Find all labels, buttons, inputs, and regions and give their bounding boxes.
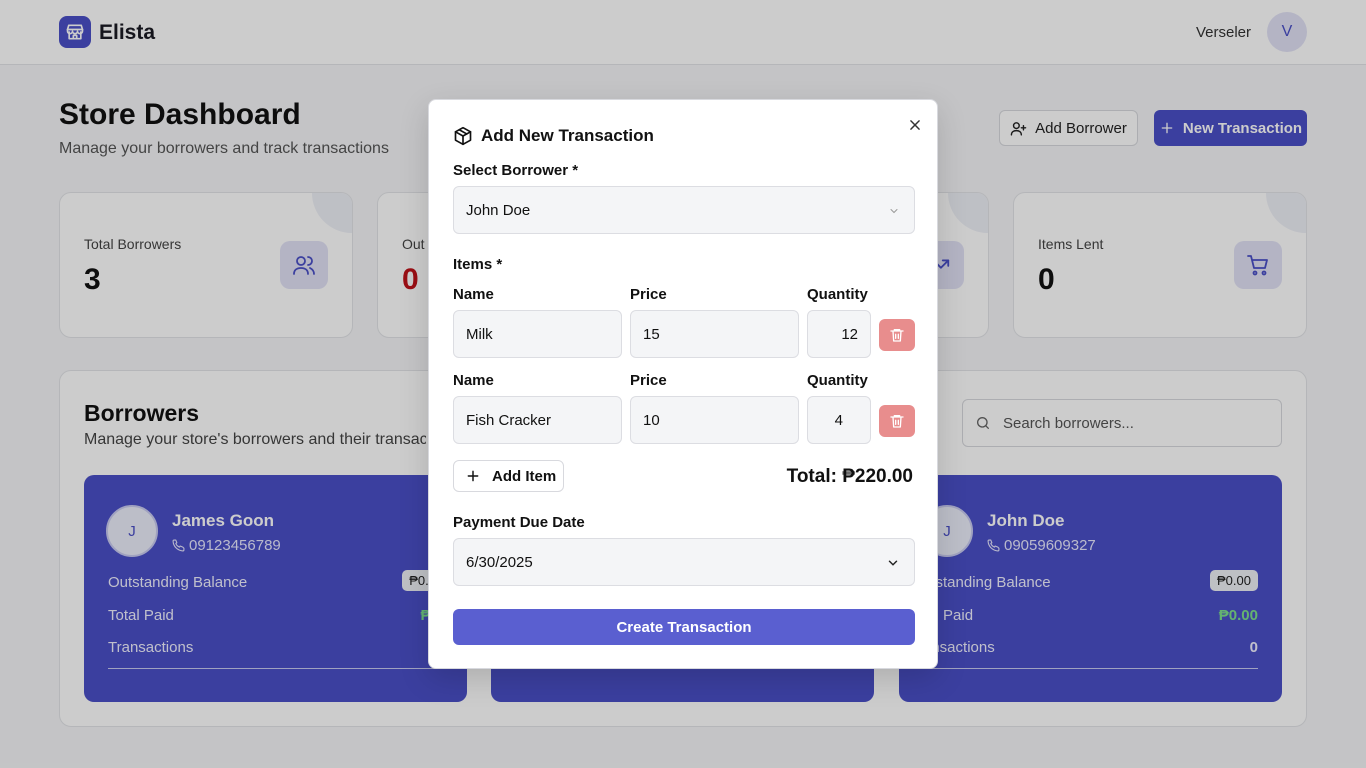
trash-icon: [890, 415, 904, 428]
add-item-button[interactable]: Add Item: [453, 460, 564, 492]
close-button[interactable]: [905, 115, 925, 135]
item-price-input[interactable]: 15: [630, 310, 799, 358]
delete-item-button[interactable]: [879, 319, 915, 351]
col-price-label: Price: [630, 372, 667, 389]
trash-icon: [890, 329, 904, 342]
add-transaction-modal: Add New Transaction Select Borrower * Jo…: [428, 99, 938, 669]
col-quantity-label: Quantity: [807, 372, 868, 389]
item-price-input[interactable]: 10: [630, 396, 799, 444]
col-price-label: Price: [630, 286, 667, 303]
transaction-total: Total: ₱220.00: [786, 466, 913, 487]
create-transaction-button[interactable]: Create Transaction: [453, 609, 915, 645]
item-quantity-input[interactable]: 4: [807, 396, 871, 444]
items-label: Items *: [453, 256, 503, 273]
col-name-label: Name: [453, 372, 494, 389]
due-date-value: 6/30/2025: [466, 553, 533, 571]
delete-item-button[interactable]: [879, 405, 915, 437]
due-date-label: Payment Due Date: [453, 514, 585, 531]
chevron-down-icon: [888, 560, 898, 566]
borrower-select-value: John Doe: [466, 201, 531, 219]
col-quantity-label: Quantity: [807, 286, 868, 303]
plus-icon: [467, 470, 479, 482]
borrower-label: Select Borrower *: [453, 162, 579, 179]
col-name-label: Name: [453, 286, 494, 303]
add-item-label: Add Item: [492, 467, 557, 485]
chevron-down-icon: [890, 209, 898, 214]
borrower-select[interactable]: John Doe: [453, 186, 915, 234]
package-icon: [453, 126, 473, 151]
item-name-input[interactable]: Milk: [453, 310, 622, 358]
modal-title: Add New Transaction: [481, 126, 654, 145]
due-date-picker[interactable]: 6/30/2025: [453, 538, 915, 586]
item-name-input[interactable]: Fish Cracker: [453, 396, 622, 444]
item-quantity-input[interactable]: 12: [807, 310, 871, 358]
close-icon: [910, 120, 920, 130]
